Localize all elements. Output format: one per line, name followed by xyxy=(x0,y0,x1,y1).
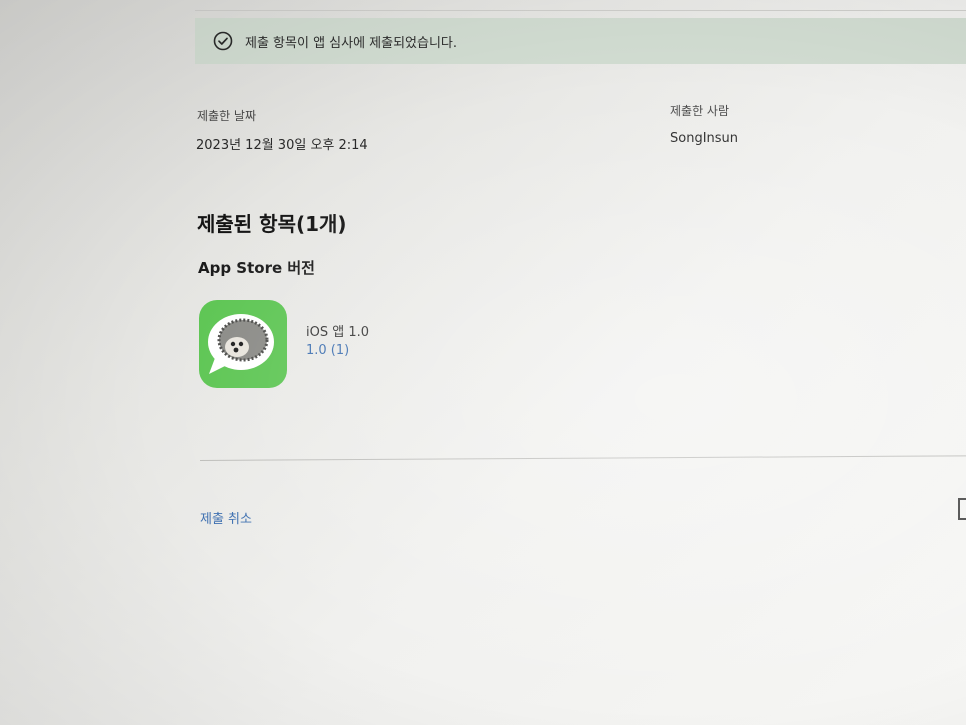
banner-message: 제출 항목이 앱 심사에 제출되었습니다. xyxy=(245,35,458,51)
app-version-link[interactable]: 1.0 (1) xyxy=(306,343,349,358)
check-circle-icon xyxy=(212,30,234,52)
bracket-icon xyxy=(958,498,966,520)
app-icon[interactable] xyxy=(199,300,287,388)
success-banner: 제출 항목이 앱 심사에 제출되었습니다. xyxy=(195,18,966,64)
screen-glare-overlay xyxy=(0,0,966,725)
cancel-submission-link[interactable]: 제출 취소 xyxy=(200,508,252,527)
app-store-version-heading: App Store 버전 xyxy=(198,259,315,277)
app-name: iOS 앱 1.0 xyxy=(306,325,369,340)
submitter-label: 제출한 사람 xyxy=(670,104,730,118)
submitter-value: SongInsun xyxy=(670,131,739,146)
submitted-date-label: 제출한 날짜 xyxy=(197,109,257,123)
section-divider xyxy=(199,455,966,461)
submitted-items-title: 제출된 항목(1개) xyxy=(197,212,347,236)
chat-bubble-hedgehog-icon xyxy=(208,314,274,374)
page-background: 제출 항목이 앱 심사에 제출되었습니다. 제출한 날짜 2023년 12월 3… xyxy=(0,0,966,725)
top-divider xyxy=(195,0,966,11)
submitted-date-value: 2023년 12월 30일 오후 2:14 xyxy=(196,138,368,153)
